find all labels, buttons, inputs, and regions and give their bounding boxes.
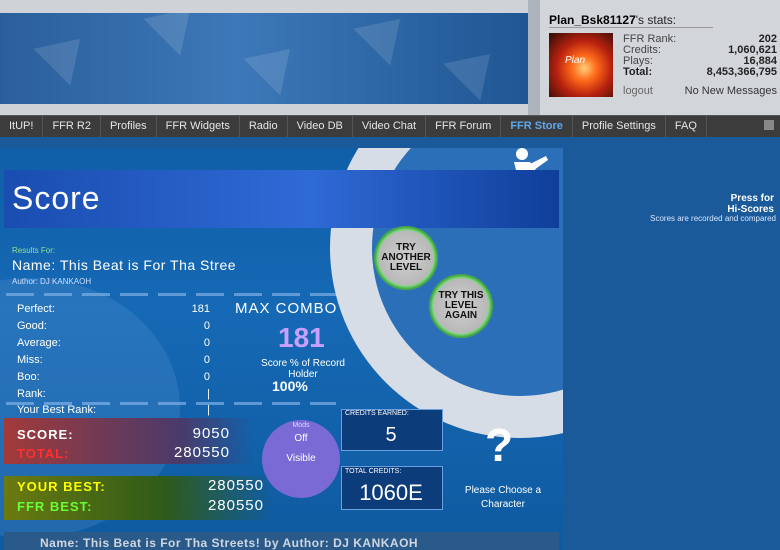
max-combo-value: 181 [278, 322, 325, 353]
score-value: 9050 [192, 425, 230, 442]
nav-item-itup[interactable]: ItUP! [0, 116, 44, 137]
nav-item-video-chat[interactable]: Video Chat [353, 116, 427, 137]
stat-value-miss: 0 [203, 354, 210, 366]
nav-item-ffr-widgets[interactable]: FFR Widgets [157, 116, 240, 137]
avatar-text: Plan [565, 55, 586, 66]
footer-song-info: Name: This Beat is For Tha Streets! by A… [40, 536, 419, 550]
hi-scores-button[interactable]: Press for Hi-Scores [727, 193, 774, 215]
nav-end-icon [764, 120, 774, 130]
divider [6, 293, 336, 296]
main-nav: ItUP! FFR R2 Profiles FFR Widgets Radio … [0, 115, 780, 137]
total-value: 280550 [173, 444, 230, 461]
nav-item-radio[interactable]: Radio [240, 116, 288, 137]
scores-recorded-note: Scores are recorded and compared [650, 214, 776, 223]
your-best-label: YOUR BEST: [17, 479, 106, 494]
nav-item-ffr-forum[interactable]: FFR Forum [426, 116, 502, 137]
stats-suffix: 's stats: [635, 13, 677, 27]
mods-off: Off [294, 433, 308, 444]
song-author: Author: DJ KANKAOH [12, 277, 92, 286]
nav-item-faq[interactable]: FAQ [666, 116, 707, 137]
stat-value-total: 8,453,366,795 [706, 66, 777, 78]
choose-character-icon[interactable]: ? [485, 418, 513, 472]
stat-value-best-rank: | [207, 404, 210, 416]
stat-label-best-rank: Your Best Rank: [17, 404, 97, 416]
divider [549, 27, 713, 28]
credits-earned-label: CREDITS EARNED: [345, 410, 409, 417]
logout-link[interactable]: logout [623, 85, 653, 97]
stat-value-good: 0 [203, 320, 210, 332]
your-best-value: 280550 [207, 477, 264, 494]
stat-label-boo: Boo: [17, 371, 40, 383]
mods-label: Mods [292, 422, 310, 429]
site-banner [0, 13, 528, 104]
stat-label-good: Good: [17, 320, 47, 332]
nav-item-ffr-r2[interactable]: FFR R2 [43, 116, 101, 137]
nav-item-profile-settings[interactable]: Profile Settings [573, 116, 666, 137]
score-label: SCORE: [17, 427, 74, 442]
score-percent-label: Score % of Record Holder [261, 358, 345, 380]
stats-title: Plan_Bsk81127's stats: [549, 13, 676, 27]
stat-label-rank: Rank: [17, 388, 46, 400]
messages-status[interactable]: No New Messages [685, 85, 777, 97]
stat-label-perfect: Perfect: [17, 303, 55, 315]
nav-item-video-db[interactable]: Video DB [288, 116, 353, 137]
try-level-again-label: TRY THIS LEVEL AGAIN [438, 290, 484, 321]
press-for-label: Press for [730, 193, 774, 204]
total-credits-label: TOTAL CREDITS: [345, 468, 402, 475]
try-another-level-label: TRY ANOTHER LEVEL [381, 242, 431, 273]
avatar[interactable]: Plan [549, 33, 613, 97]
nav-item-ffr-store[interactable]: FFR Store [501, 116, 573, 137]
max-combo-label: MAX COMBO [235, 300, 338, 317]
banner-edge [528, 0, 540, 115]
choose-character-label[interactable]: Please Choose a Character [448, 484, 558, 512]
try-level-again-button[interactable]: TRY THIS LEVEL AGAIN [429, 274, 493, 338]
results-for-label: Results For: [12, 246, 56, 255]
total-label: TOTAL: [17, 446, 70, 461]
stat-value-perfect: 181 [191, 303, 210, 315]
stat-value-rank: | [207, 388, 210, 400]
score-percent-value: 100% [272, 378, 308, 394]
stat-label-total: Total: [623, 66, 653, 78]
stat-value-boo: 0 [203, 371, 210, 383]
stats-username[interactable]: Plan_Bsk81127 [549, 13, 636, 27]
stat-value-average: 0 [203, 337, 210, 349]
page-title: Score [12, 180, 101, 216]
stat-label-average: Average: [17, 337, 61, 349]
credits-earned-value: 5 [385, 424, 397, 446]
stat-label-miss: Miss: [17, 354, 43, 366]
nav-item-profiles[interactable]: Profiles [101, 116, 157, 137]
song-name: Name: This Beat is For Tha Stree [12, 257, 237, 273]
mods-visible: Visible [286, 453, 316, 464]
ffr-best-value: 280550 [207, 497, 264, 514]
total-credits-value: 1060E [359, 480, 423, 505]
ffr-best-label: FFR BEST: [17, 499, 93, 514]
